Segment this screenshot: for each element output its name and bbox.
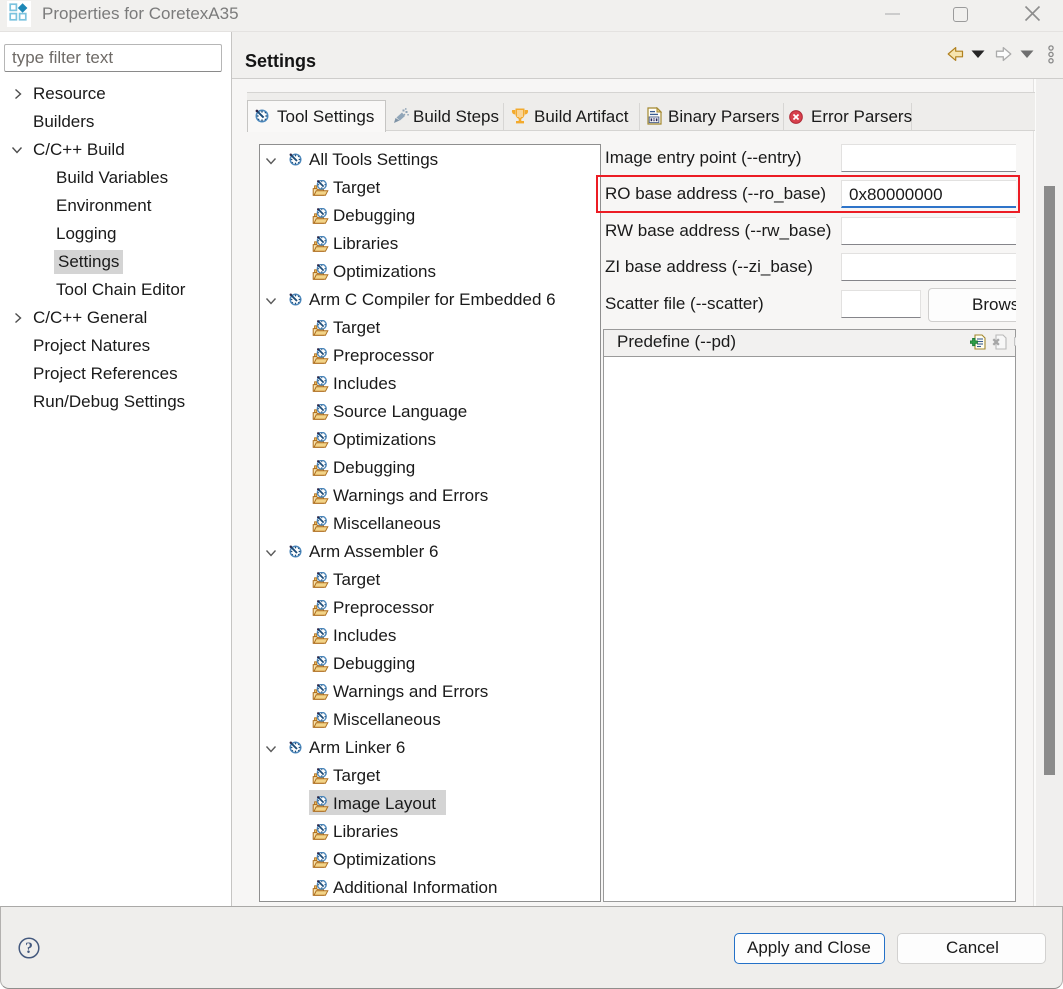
- svg-text:?: ?: [25, 940, 33, 957]
